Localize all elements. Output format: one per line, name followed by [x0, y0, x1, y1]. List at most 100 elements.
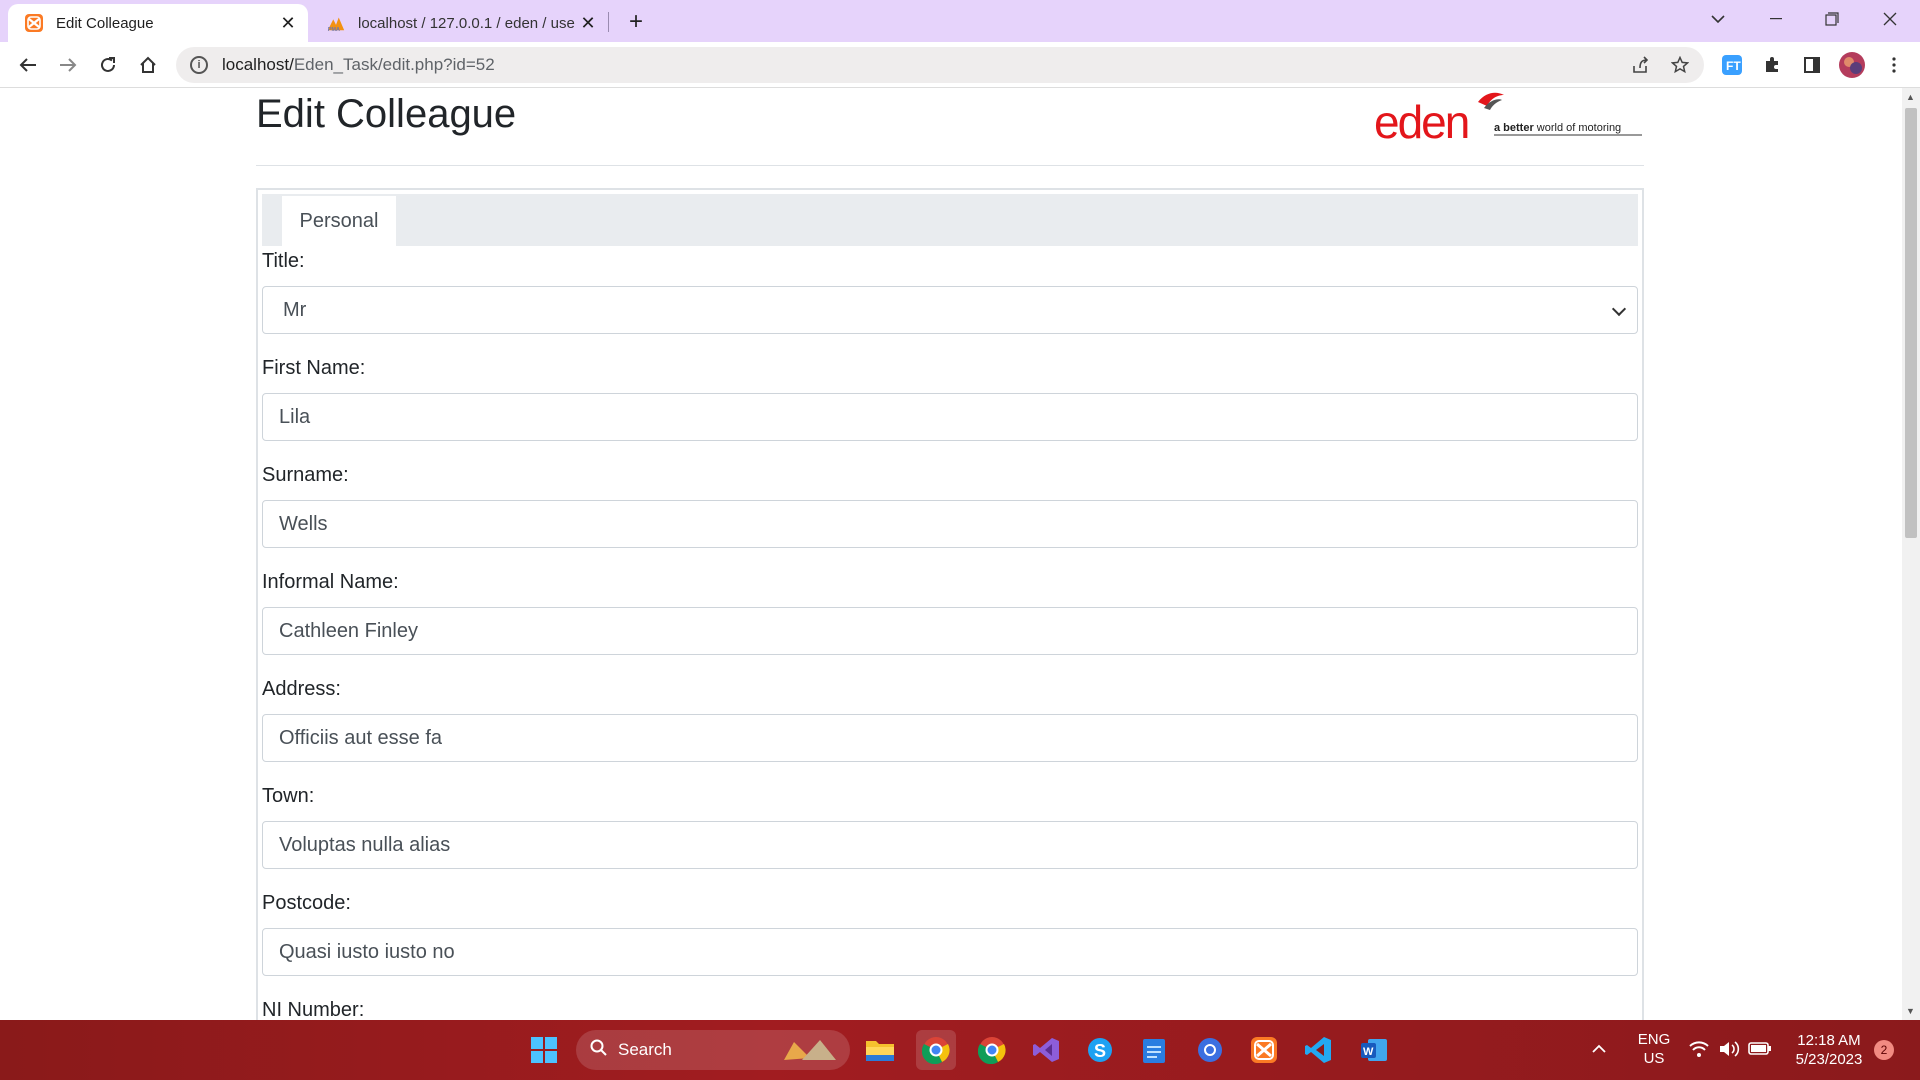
first-name-group: First Name: Lila	[262, 353, 1638, 460]
page-viewport: Edit Colleague eden a better world of mo…	[0, 88, 1902, 1020]
scroll-down-arrow-icon[interactable]: ▼	[1906, 1006, 1915, 1016]
svg-text:W: W	[1363, 1046, 1374, 1058]
close-window-button[interactable]	[1862, 0, 1918, 38]
minimize-button[interactable]	[1748, 0, 1804, 38]
windows-start-icon[interactable]	[524, 1030, 564, 1070]
address-input[interactable]: Officiis aut esse fa	[262, 714, 1638, 762]
volume-icon[interactable]	[1718, 1040, 1740, 1063]
tab-personal[interactable]: Personal	[282, 196, 396, 246]
extensions-puzzle-icon[interactable]	[1758, 51, 1786, 79]
side-panel-icon[interactable]	[1798, 51, 1826, 79]
profile-avatar[interactable]	[1838, 51, 1866, 79]
colleague-form-card: Personal Title: Mr First Name: Lila Surn…	[256, 188, 1644, 1020]
surname-input[interactable]: Wells	[262, 500, 1638, 548]
new-tab-button[interactable]: +	[622, 8, 650, 36]
postcode-group: Postcode: Quasi iusto iusto no	[262, 888, 1638, 995]
browser-tab-strip: Edit Colleague ✕ PMA localhost / 127.0.0…	[0, 0, 1920, 42]
share-icon[interactable]	[1628, 53, 1652, 77]
svg-text:PMA: PMA	[328, 27, 340, 33]
search-icon	[590, 1039, 608, 1062]
scrollbar-thumb[interactable]	[1905, 108, 1917, 538]
lang-line2: US	[1643, 1050, 1665, 1067]
title-group: Title: Mr	[262, 246, 1638, 353]
first-name-label: First Name:	[262, 357, 366, 379]
file-explorer-icon[interactable]	[860, 1030, 900, 1070]
svg-text:a better world of motoring: a better world of motoring	[1494, 122, 1621, 134]
xampp-icon	[24, 13, 44, 33]
page-container: Edit Colleague eden a better world of mo…	[256, 88, 1644, 1020]
eden-logo: eden a better world of motoring	[1374, 92, 1644, 148]
page-header: Edit Colleague eden a better world of mo…	[256, 88, 1644, 166]
browser-menu-icon[interactable]	[1880, 51, 1908, 79]
home-icon[interactable]	[132, 49, 164, 81]
windows-taskbar: Search S W ENG US 12:18 AM 5/23/2023 2	[0, 1020, 1920, 1080]
tab-title: localhost / 127.0.0.1 / eden / use	[358, 14, 575, 32]
browser-toolbar: i localhost/Eden_Task/edit.php?id=52 FT	[0, 42, 1920, 88]
title-select-value: Mr	[283, 298, 307, 321]
logo-tagline-bold: a better	[1494, 122, 1534, 134]
tray-overflow-chevron-icon[interactable]	[1592, 1040, 1606, 1059]
site-info-icon[interactable]: i	[190, 56, 208, 74]
svg-text:FT: FT	[1726, 59, 1741, 73]
tab-search-chevron-icon[interactable]	[1690, 0, 1746, 38]
address-url[interactable]: localhost/Eden_Task/edit.php?id=52	[222, 55, 495, 75]
address-bar[interactable]: i localhost/Eden_Task/edit.php?id=52	[176, 47, 1704, 83]
back-arrow-icon[interactable]	[12, 49, 44, 81]
postcode-input[interactable]: Quasi iusto iusto no	[262, 928, 1638, 976]
clock-time: 12:18 AM	[1797, 1032, 1861, 1049]
tab-divider	[608, 12, 609, 32]
lang-line1: ENG	[1637, 1031, 1671, 1048]
notification-badge[interactable]: 2	[1874, 1040, 1894, 1060]
vscode-icon[interactable]	[1298, 1030, 1338, 1070]
informal-name-input[interactable]: Cathleen Finley	[262, 607, 1638, 655]
tab-edit-colleague[interactable]: Edit Colleague ✕	[8, 4, 308, 42]
visual-studio-icon[interactable]	[1026, 1030, 1066, 1070]
phpmyadmin-icon: PMA	[326, 13, 346, 33]
language-indicator[interactable]: ENG US	[1634, 1030, 1674, 1068]
taskbar-search[interactable]: Search	[576, 1030, 850, 1070]
town-input[interactable]: Voluptas nulla alias	[262, 821, 1638, 869]
restore-button[interactable]	[1804, 0, 1860, 38]
search-label: Search	[618, 1040, 672, 1059]
translate-extension-icon[interactable]: FT	[1718, 51, 1746, 79]
skype-icon[interactable]: S	[1080, 1030, 1120, 1070]
svg-text:S: S	[1094, 1041, 1106, 1061]
wifi-icon[interactable]	[1688, 1040, 1710, 1063]
battery-icon[interactable]	[1748, 1040, 1772, 1061]
reload-icon[interactable]	[92, 49, 124, 81]
title-label: Title:	[262, 250, 305, 272]
close-tab-icon[interactable]: ✕	[576, 11, 600, 35]
informal-name-group: Informal Name: Cathleen Finley	[262, 567, 1638, 674]
clock-date: 5/23/2023	[1795, 1051, 1863, 1068]
notepad-icon[interactable]	[1134, 1030, 1174, 1070]
svg-text:eden: eden	[1374, 96, 1468, 144]
close-tab-icon[interactable]: ✕	[276, 11, 300, 35]
town-label: Town:	[262, 785, 315, 807]
word-icon[interactable]: W	[1354, 1030, 1394, 1070]
settings-app-icon[interactable]	[1190, 1030, 1230, 1070]
surname-label: Surname:	[262, 464, 349, 486]
title-select[interactable]: Mr	[262, 286, 1638, 334]
colleague-form: Title: Mr First Name: Lila Surname: Well…	[262, 246, 1638, 1020]
town-group: Town: Voluptas nulla alias	[262, 781, 1638, 888]
url-host: localhost/	[222, 55, 294, 74]
page-title: Edit Colleague	[256, 92, 517, 136]
clock[interactable]: 12:18 AM 5/23/2023	[1784, 1031, 1874, 1069]
first-name-input[interactable]: Lila	[262, 393, 1638, 441]
bookmark-star-icon[interactable]	[1668, 53, 1692, 77]
xampp-taskbar-icon[interactable]	[1244, 1030, 1284, 1070]
logo-tagline: world of motoring	[1534, 122, 1621, 134]
address-group: Address: Officiis aut esse fa	[262, 674, 1638, 781]
search-highlight-icon	[780, 1036, 840, 1069]
ni-number-group: NI Number:	[262, 995, 1638, 1020]
forward-arrow-icon[interactable]	[52, 49, 84, 81]
ni-number-label: NI Number:	[262, 999, 365, 1020]
url-path: Eden_Task/edit.php?id=52	[293, 55, 495, 74]
chrome-icon[interactable]	[916, 1030, 956, 1070]
scroll-up-arrow-icon[interactable]: ▲	[1906, 92, 1915, 102]
chrome-alt-icon[interactable]	[972, 1030, 1012, 1070]
page-scrollbar[interactable]: ▲ ▼	[1902, 88, 1920, 1020]
postcode-label: Postcode:	[262, 892, 351, 914]
address-label: Address:	[262, 678, 341, 700]
tab-phpmyadmin[interactable]: PMA localhost / 127.0.0.1 / eden / use ✕	[318, 4, 608, 42]
